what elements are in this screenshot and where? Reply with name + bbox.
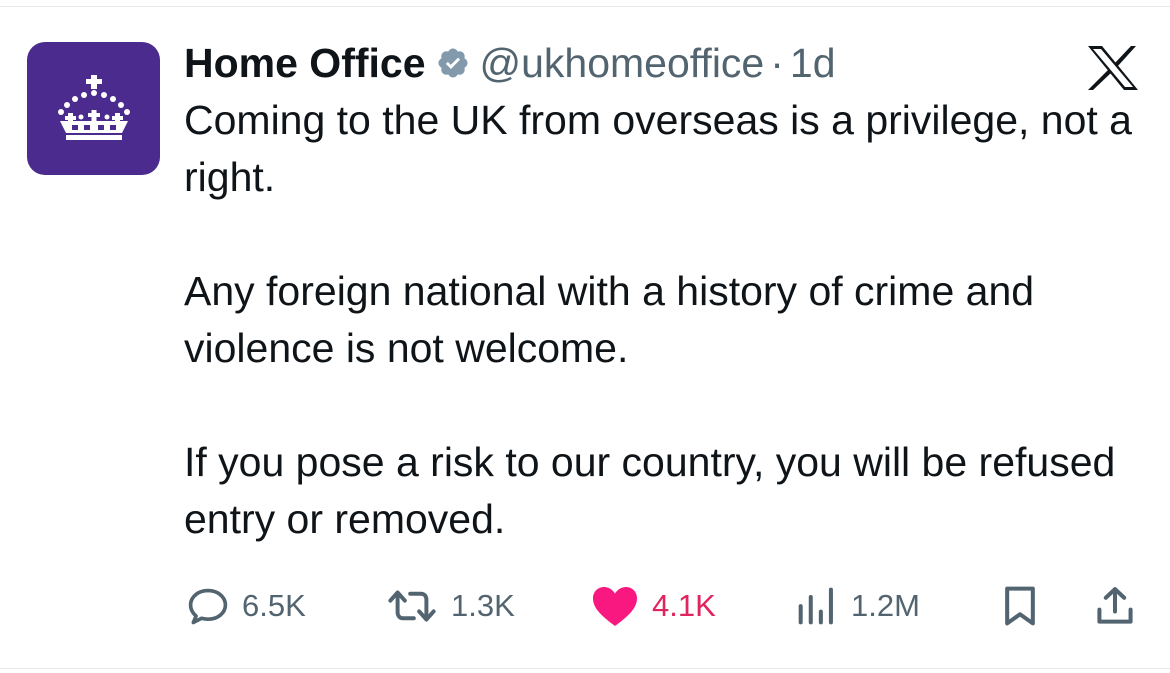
bookmark-button[interactable] [998,580,1042,632]
crown-icon [57,74,130,140]
like-button[interactable]: 4.1K [590,580,716,632]
top-divider [0,6,1170,7]
tweet-paragraph: Coming to the UK from overseas is a priv… [184,97,1132,200]
reply-button[interactable]: 6.5K [186,580,306,632]
views-button[interactable]: 1.2M [795,580,920,632]
views-count: 1.2M [851,588,920,623]
repost-count: 1.3K [451,588,515,623]
avatar[interactable] [27,42,160,175]
reply-count: 6.5K [242,588,306,623]
like-count: 4.1K [652,588,716,623]
tweet-timestamp[interactable]: 1d [790,40,836,87]
x-logo-icon [1088,46,1138,90]
reply-icon [188,588,228,625]
author-handle[interactable]: @ukhomeoffice [480,40,765,87]
share-icon [1097,587,1133,624]
heart-icon [593,587,637,626]
verified-badge-icon [436,46,470,80]
separator-dot: · [770,39,784,86]
bookmark-icon [1005,586,1035,626]
tweet-text: Coming to the UK from overseas is a priv… [184,92,1154,548]
action-bar: 6.5K 1.3K 4.1K 1.2M [0,580,1170,632]
repost-button[interactable]: 1.3K [385,580,515,632]
bottom-divider [0,668,1170,669]
tweet-header: Home Office @ukhomeoffice · 1d [184,38,836,88]
tweet-paragraph: Any foreign national with a history of c… [184,268,1035,371]
tweet-paragraph: If you pose a risk to our country, you w… [184,439,1116,542]
share-button[interactable] [1093,580,1137,632]
display-name[interactable]: Home Office [184,40,426,87]
repost-icon [388,590,436,622]
views-icon [798,587,833,625]
